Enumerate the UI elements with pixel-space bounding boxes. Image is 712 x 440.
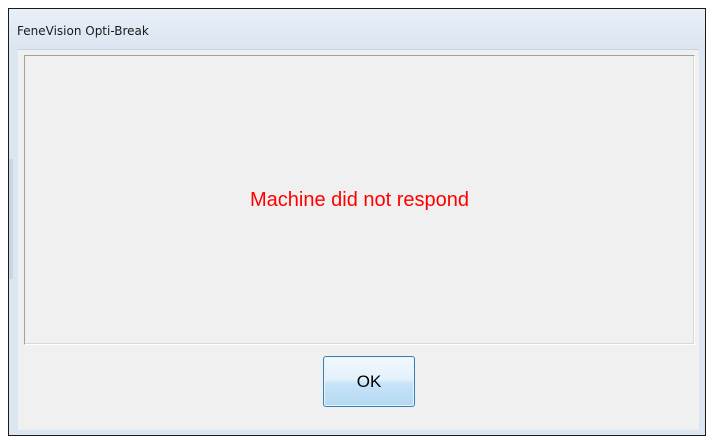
- window-edge-decoration: [9, 159, 13, 279]
- window-title: FeneVision Opti-Break: [17, 24, 149, 38]
- error-message: Machine did not respond: [249, 189, 470, 211]
- dialog-client-area: Machine did not respond OK: [18, 49, 699, 430]
- title-bar[interactable]: FeneVision Opti-Break: [9, 9, 705, 49]
- message-panel: Machine did not respond: [24, 55, 695, 345]
- dialog-window: FeneVision Opti-Break Machine did not re…: [8, 8, 706, 436]
- ok-button[interactable]: OK: [323, 356, 415, 407]
